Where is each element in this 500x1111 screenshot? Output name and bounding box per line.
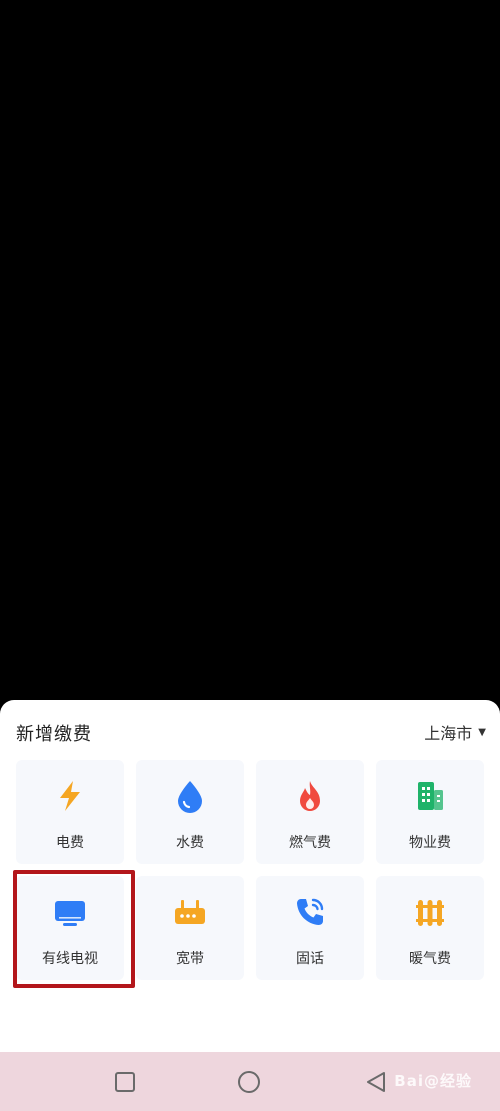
- dimmed-background[interactable]: [0, 0, 500, 700]
- tile-label: 电费: [56, 835, 84, 851]
- phone-screen: 新增缴费 上海市 ▼ 电费 水费 燃气费 物业费 有线电视 宽带 固话 暖气费 …: [0, 0, 500, 1111]
- tile-gas[interactable]: 燃气费: [256, 760, 364, 864]
- building-icon: [418, 782, 443, 810]
- payment-grid: 电费 水费 燃气费 物业费 有线电视 宽带 固话 暖气费: [16, 760, 484, 980]
- city-selector[interactable]: 上海市 ▼: [424, 720, 486, 744]
- water-drop-icon: [178, 781, 202, 813]
- tv-icon: [55, 901, 85, 926]
- radiator-icon: [416, 900, 444, 926]
- tile-label: 固话: [296, 951, 324, 967]
- tile-cable-tv[interactable]: 有线电视: [16, 876, 124, 980]
- tile-heating[interactable]: 暖气费: [376, 876, 484, 980]
- tile-broadband[interactable]: 宽带: [136, 876, 244, 980]
- recent-apps-icon[interactable]: [109, 1066, 141, 1098]
- tile-label: 暖气费: [409, 951, 451, 967]
- caret-down-icon: ▼: [478, 726, 486, 738]
- tile-label: 有线电视: [42, 951, 98, 967]
- tile-landline[interactable]: 固话: [256, 876, 364, 980]
- sheet-title: 新增缴费: [16, 724, 92, 745]
- tile-property[interactable]: 物业费: [376, 760, 484, 864]
- system-navbar: Bai@经验: [0, 1052, 500, 1111]
- tile-electricity[interactable]: 电费: [16, 760, 124, 864]
- router-icon: [175, 900, 205, 924]
- watermark-text: Bai@经验: [394, 1072, 472, 1090]
- tile-water[interactable]: 水费: [136, 760, 244, 864]
- tile-label: 物业费: [409, 835, 451, 851]
- sheet-header: 新增缴费 上海市 ▼: [0, 700, 500, 764]
- tile-label: 宽带: [176, 951, 204, 967]
- add-payment-sheet: 新增缴费 上海市 ▼ 电费 水费 燃气费 物业费 有线电视 宽带 固话 暖气费: [0, 700, 500, 1052]
- tile-label: 水费: [176, 835, 204, 851]
- back-icon[interactable]: [360, 1066, 392, 1098]
- phone-icon: [297, 898, 324, 925]
- city-name: 上海市: [424, 724, 473, 743]
- lightning-icon: [60, 781, 80, 811]
- tile-label: 燃气费: [289, 835, 331, 851]
- flame-icon: [300, 781, 320, 811]
- home-icon[interactable]: [233, 1066, 265, 1098]
